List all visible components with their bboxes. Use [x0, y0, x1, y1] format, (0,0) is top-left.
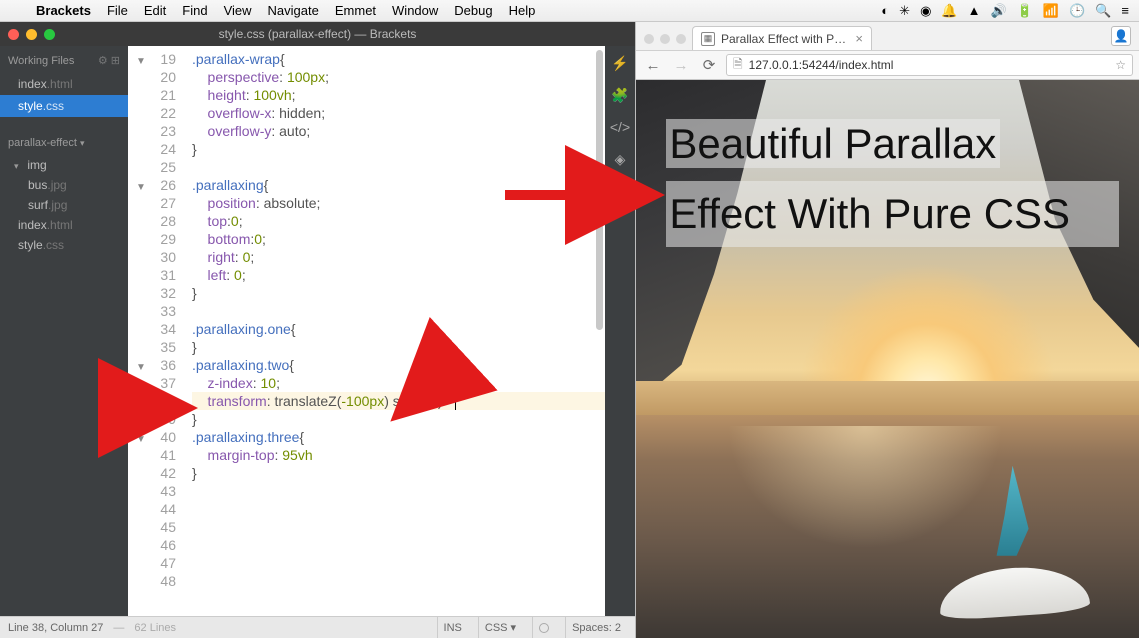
lint-status-icon[interactable] [532, 617, 555, 638]
language-mode[interactable]: CSS ▾ [478, 617, 522, 638]
menu-view[interactable]: View [216, 3, 260, 18]
total-lines: 62 Lines [134, 622, 176, 634]
window-zoom-button[interactable] [44, 29, 55, 40]
statusbar: Line 38, Column 27 — 62 Lines INS CSS ▾ … [0, 616, 635, 638]
app-menu[interactable]: Brackets [28, 3, 99, 18]
favicon-icon: ▦ [701, 32, 715, 46]
window-minimize-button[interactable] [26, 29, 37, 40]
live-preview-icon[interactable]: ⚡ [609, 52, 631, 74]
file-style-css[interactable]: style.css [0, 235, 128, 255]
menu-debug[interactable]: Debug [446, 3, 500, 18]
wifi-icon[interactable]: 📶 [1043, 3, 1059, 19]
window-close-button[interactable] [8, 29, 19, 40]
cursor-position: Line 38, Column 27 [8, 622, 103, 634]
site-info-icon[interactable]: 🗎 [733, 55, 743, 76]
file-index-html[interactable]: index.html [0, 215, 128, 235]
tab-title: Parallax Effect with Pure C [721, 32, 849, 46]
menu-navigate[interactable]: Navigate [260, 3, 327, 18]
chrome-window: ▦ Parallax Effect with Pure C × 👤 ← → ⟳ … [635, 22, 1139, 638]
brackets-window: style.css (parallax-effect) — Brackets W… [0, 22, 635, 638]
volume-icon[interactable]: 🔊 [990, 3, 1006, 19]
extension-manager-icon[interactable]: 🧩 [609, 84, 631, 106]
page-viewport[interactable]: Beautiful Parallax Effect With Pure CSS [636, 80, 1139, 638]
forward-button[interactable]: → [670, 54, 692, 76]
working-file-index[interactable]: index.html [0, 73, 128, 95]
brackets-sidebar: Working Files ⚙ ⊞ index.html style.css p… [0, 46, 128, 616]
layers-icon[interactable]: ◈ [609, 148, 631, 170]
project-header[interactable]: parallax-effect ▾ [0, 129, 128, 155]
gear-icon[interactable]: ⚙ ⊞ [98, 54, 120, 67]
url-text: 127.0.0.1:54244/index.html [749, 58, 894, 72]
battery-icon[interactable]: 🔋 [1017, 3, 1033, 19]
menu-find[interactable]: Find [174, 3, 215, 18]
menu-emmet[interactable]: Emmet [327, 3, 384, 18]
folder-img[interactable]: ▾ img [0, 155, 128, 175]
insert-mode[interactable]: INS [437, 617, 468, 638]
chrome-toolbar: ← → ⟳ 🗎 127.0.0.1:54244/index.html ☆ [636, 50, 1139, 80]
reload-button[interactable]: ⟳ [698, 54, 720, 76]
notification-center-icon[interactable]: 🔔 [941, 3, 957, 19]
code-icon[interactable]: </> [609, 116, 631, 138]
indent-setting[interactable]: Spaces: 2 [565, 617, 627, 638]
mac-menu-bar: Brackets File Edit Find View Navigate Em… [0, 0, 1139, 22]
page-heading: Beautiful Parallax Effect With Pure CSS [666, 118, 1119, 247]
window-minimize-button[interactable] [660, 34, 670, 44]
page-background [939, 426, 1069, 616]
profile-button[interactable]: 👤 [1111, 26, 1131, 46]
tab-close-icon[interactable]: × [855, 31, 863, 46]
back-button[interactable]: ← [642, 54, 664, 76]
working-files-label: Working Files [8, 55, 74, 67]
address-bar[interactable]: 🗎 127.0.0.1:54244/index.html ☆ [726, 54, 1133, 76]
brackets-titlebar[interactable]: style.css (parallax-effect) — Brackets [0, 22, 635, 46]
window-title: style.css (parallax-effect) — Brackets [0, 27, 635, 41]
file-bus-jpg[interactable]: bus.jpg [0, 175, 128, 195]
browser-tab[interactable]: ▦ Parallax Effect with Pure C × [692, 26, 872, 50]
working-files-header[interactable]: Working Files ⚙ ⊞ [0, 46, 128, 73]
window-zoom-button[interactable] [676, 34, 686, 44]
chrome-tabstrip[interactable]: ▦ Parallax Effect with Pure C × 👤 [636, 22, 1139, 50]
menu-file[interactable]: File [99, 3, 136, 18]
brackets-toolbar: ⚡ 🧩 </> ◈ [605, 46, 635, 616]
menu-window[interactable]: Window [384, 3, 446, 18]
editor[interactable]: 19▼20212223242526▼27282930313233343536▼3… [128, 46, 605, 616]
tray-icon[interactable]: ✳ [899, 3, 910, 19]
spotlight-icon[interactable]: 🔍 [1095, 3, 1111, 19]
window-close-button[interactable] [644, 34, 654, 44]
tray-icon[interactable]: ◉ [920, 3, 931, 19]
menu-edit[interactable]: Edit [136, 3, 174, 18]
google-drive-icon[interactable]: ▲ [968, 3, 981, 18]
file-surf-jpg[interactable]: surf.jpg [0, 195, 128, 215]
line-number-gutter[interactable]: 19▼20212223242526▼27282930313233343536▼3… [128, 46, 186, 616]
bookmark-star-icon[interactable]: ☆ [1115, 58, 1126, 72]
code-content[interactable]: .parallax-wrap{ perspective: 100px; heig… [186, 46, 605, 616]
menu-extras-icon[interactable]: ≡ [1121, 3, 1129, 18]
system-tray: ◐ ✳ ◉ 🔔 ▲ 🔊 🔋 📶 🕒 🔍 ≡ [871, 3, 1139, 19]
tray-icon[interactable]: ◐ [881, 3, 889, 18]
editor-scrollbar[interactable] [594, 46, 605, 616]
working-file-style[interactable]: style.css [0, 95, 128, 117]
clock-icon[interactable]: 🕒 [1069, 3, 1085, 19]
menu-help[interactable]: Help [501, 3, 544, 18]
